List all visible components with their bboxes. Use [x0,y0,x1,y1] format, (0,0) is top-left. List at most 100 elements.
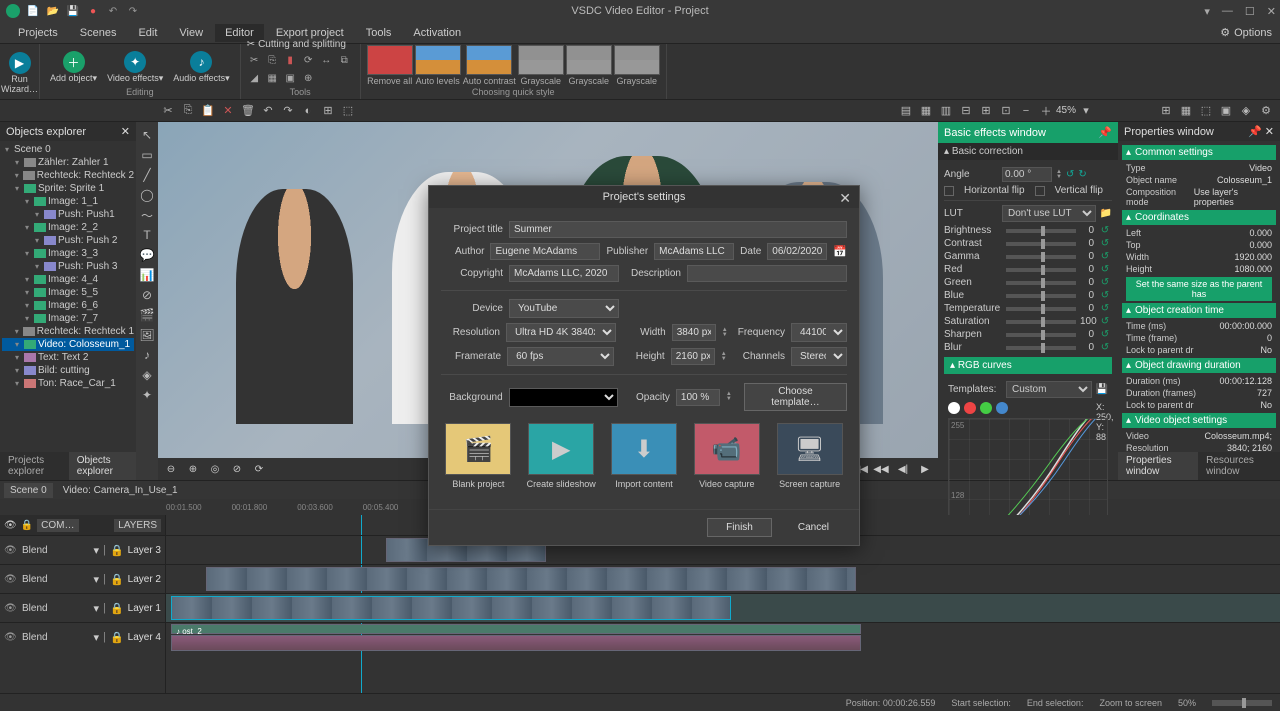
prop-section-common[interactable]: ▴ Common settings [1122,145,1276,160]
chevron-down-icon[interactable]: ▾ [94,631,100,644]
curve-blue-dot[interactable] [996,402,1008,414]
template-create-slideshow[interactable]: ▶Create slideshow [524,423,599,489]
pin-icon[interactable]: 📌 ✕ [1248,125,1274,138]
timeline-layer-row[interactable]: 👁Blend▾|🔒Layer 3 [0,535,165,564]
menu-activation[interactable]: Activation [403,24,471,42]
menu-tools[interactable]: Tools [356,24,402,42]
timeline-layer-row[interactable]: 👁Blend▾|🔒Layer 4 [0,622,165,651]
slider[interactable] [1006,307,1076,311]
slider[interactable] [1006,229,1076,233]
rect-icon[interactable]: ▭ [138,146,156,164]
curve-red-dot[interactable] [964,402,976,414]
curves-template-select[interactable]: Custom [1006,381,1092,398]
animation-icon[interactable]: ✦ [138,386,156,404]
eye-icon[interactable]: 👁 [4,574,18,585]
calendar-icon[interactable]: 📅 [833,245,847,258]
background-select[interactable] [509,388,618,407]
timeline-layer-row[interactable]: 👁Blend▾|🔒Layer 1 [0,593,165,622]
template-video-capture[interactable]: 📹Video capture [689,423,764,489]
device-select[interactable]: YouTube [509,299,619,318]
eye-icon[interactable]: 👁 [4,545,18,556]
tree-item[interactable]: ▾Zähler: Zahler 1 [2,156,134,169]
tb-align-icon[interactable]: ⊟ [957,102,975,120]
lock-icon[interactable]: 🔒 [110,602,124,615]
prop-row[interactable]: Width1920.000 [1122,251,1276,263]
slider[interactable] [1006,268,1076,272]
tree-item[interactable]: ▾Image: 1_1 [2,195,134,208]
prop-row[interactable]: Composition modeUse layer's properties [1122,186,1276,208]
tb-snap-icon[interactable]: ⊞ [1157,102,1175,120]
run-wizard-button[interactable]: ▶Run Wizard… [0,50,42,97]
rotate-right-icon[interactable]: ↻ [1078,169,1086,180]
reset-icon[interactable]: ↺ [1098,277,1112,288]
line-icon[interactable]: ╱ [138,166,156,184]
video-effects-button[interactable]: ✦Video effects▾ [103,49,167,86]
date-input[interactable] [767,243,827,260]
tool-icon[interactable]: ↔ [319,53,334,68]
prop-row[interactable]: Lock to parent drNo [1122,399,1276,411]
height-input[interactable] [671,348,715,365]
tb-align-icon[interactable]: ⊞ [977,102,995,120]
tb-icon[interactable]: ▣ [1217,102,1235,120]
choose-template-button[interactable]: Choose template… [744,383,847,411]
lut-select[interactable]: Don't use LUT [1002,205,1096,222]
tab-projects-explorer[interactable]: Projects explorer [0,452,69,480]
panel-close-icon[interactable]: ✕ [121,125,130,138]
tab-resources[interactable]: Resources window [1198,452,1280,480]
angle-input[interactable] [1002,167,1052,182]
ellipse-icon[interactable]: ◯ [138,186,156,204]
tb-align-icon[interactable]: ▤ [897,102,915,120]
close-icon[interactable]: ✕ [1267,5,1276,18]
tool-icon[interactable]: ⊕ [301,71,316,86]
minimize-icon[interactable]: — [1222,5,1233,18]
cursor-icon[interactable]: ↖ [138,126,156,144]
folder-icon[interactable]: 📁 [1100,208,1112,219]
chevron-down-icon[interactable]: ▾ [94,573,100,586]
tb-redo-icon[interactable]: ↷ [279,102,297,120]
style-thumb[interactable] [518,45,564,75]
tab-objects-explorer[interactable]: Objects explorer [69,452,136,480]
tb-copy-icon[interactable]: ⎘ [179,102,197,120]
lock-icon[interactable]: 🔒 [110,573,124,586]
author-input[interactable] [490,243,600,260]
pc-play-icon[interactable]: ▶ [916,460,934,478]
slider[interactable] [1006,320,1076,324]
slider[interactable] [1006,333,1076,337]
pin-icon[interactable]: 📌 [1098,126,1112,139]
tb-align-icon[interactable]: ▥ [937,102,955,120]
slider[interactable] [1006,281,1076,285]
tree-item[interactable]: ▾Image: 3_3 [2,247,134,260]
audio-icon[interactable]: ♪ [138,346,156,364]
menu-projects[interactable]: Projects [8,24,68,42]
zoom-value[interactable]: 45% [1056,105,1076,116]
tb-icon[interactable]: ⬚ [339,102,357,120]
reset-icon[interactable]: ↺ [1098,238,1112,249]
slider[interactable] [1006,242,1076,246]
curve-white-dot[interactable] [948,402,960,414]
reset-icon[interactable]: ↺ [1098,290,1112,301]
add-object-button[interactable]: ＋Add object▾ [46,49,101,86]
menu-view[interactable]: View [169,24,213,42]
prop-section-coords[interactable]: ▴ Coordinates [1122,210,1276,225]
prop-row[interactable]: Top0.000 [1122,239,1276,251]
prop-section-video[interactable]: ▴ Video object settings [1122,413,1276,428]
reset-icon[interactable]: ↺ [1098,264,1112,275]
audio-effects-button[interactable]: ♪Audio effects▾ [169,49,233,86]
opacity-input[interactable] [676,389,720,406]
reset-icon[interactable]: ↺ [1098,303,1112,314]
vflip-checkbox[interactable] [1035,186,1045,196]
text-icon[interactable]: T [138,226,156,244]
style-thumb[interactable] [415,45,461,75]
curve-green-dot[interactable] [980,402,992,414]
set-parent-size-button[interactable]: Set the same size as the parent has [1126,277,1272,301]
tb-chevron-down-icon[interactable]: ▾ [1077,102,1095,120]
zoom-slider[interactable] [1212,700,1272,706]
tool-icon[interactable]: ⧉ [337,53,352,68]
tool-icon[interactable]: ⎘ [265,53,280,68]
pc-prev-icon[interactable]: ⊕ [184,460,202,478]
reset-icon[interactable]: ↺ [1098,251,1112,262]
pc-prev-icon[interactable]: ⊘ [228,460,246,478]
prop-row[interactable]: Left0.000 [1122,227,1276,239]
hflip-checkbox[interactable] [944,186,954,196]
tool-icon[interactable]: ⟳ [301,53,316,68]
